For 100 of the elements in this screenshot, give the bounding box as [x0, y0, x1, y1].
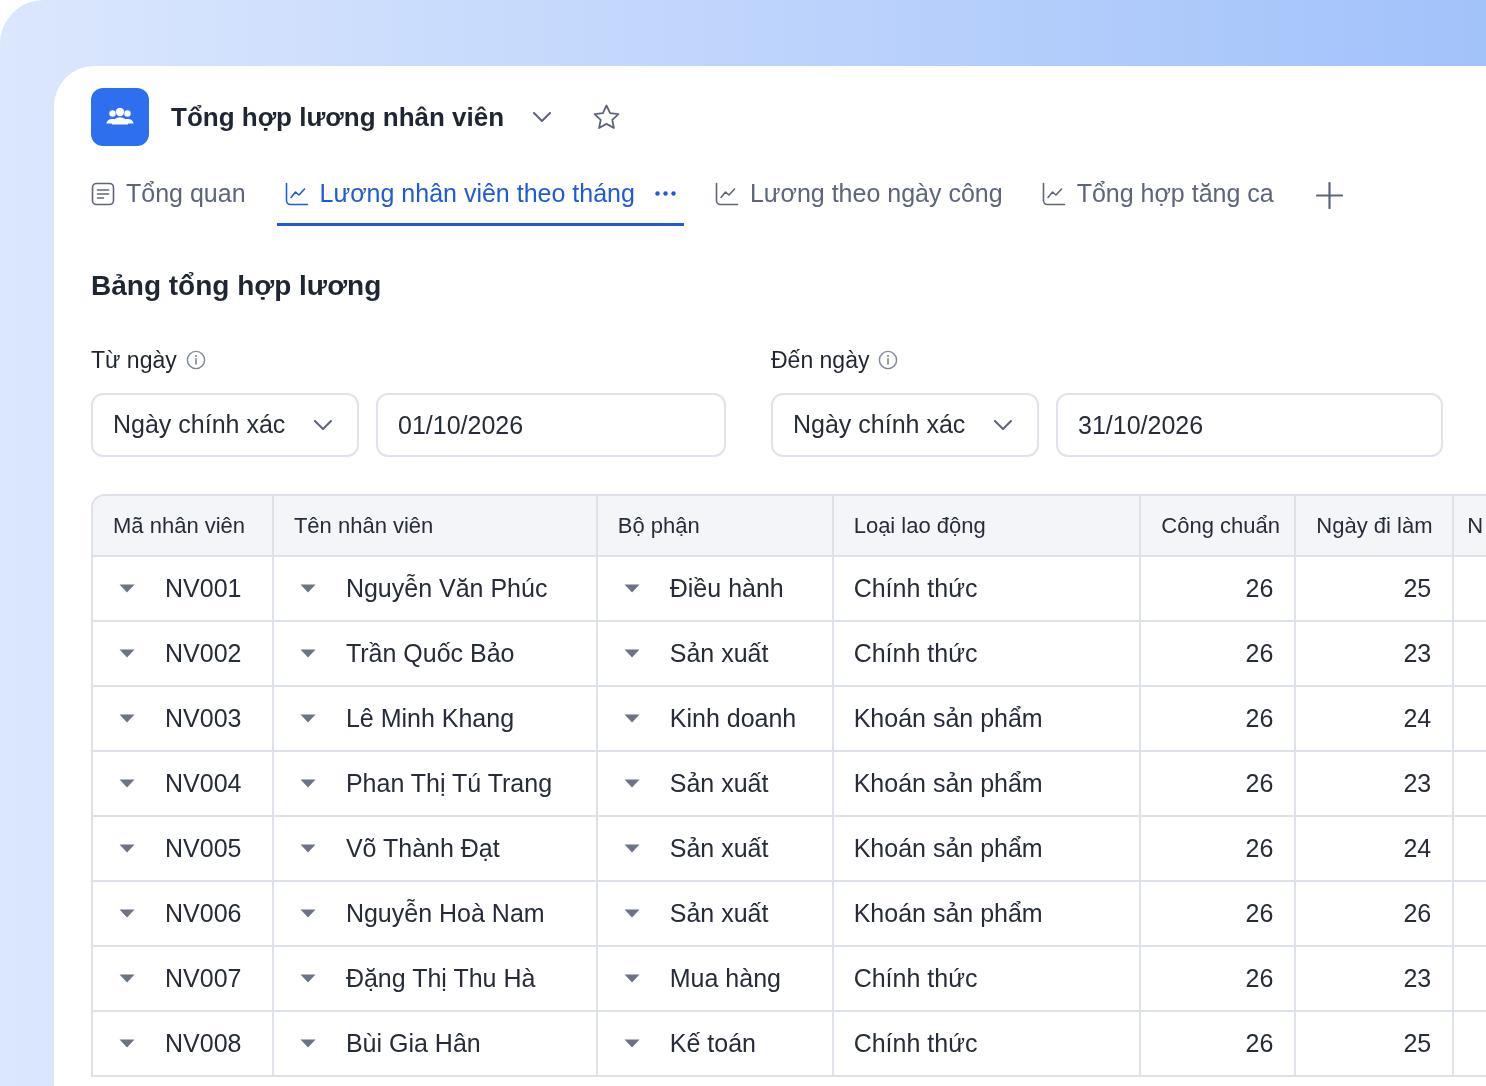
- caret-icon[interactable]: [299, 779, 316, 788]
- table-cell-text: Phan Thị Tú Trang: [345, 767, 553, 799]
- table-cell: 23: [1403, 638, 1432, 667]
- table-cell: 24: [1403, 833, 1432, 862]
- table-cell-text: Đặng Thị Thu Hà: [345, 962, 536, 994]
- table-cell-text: Sản xuất: [669, 767, 769, 799]
- caret-icon[interactable]: [299, 649, 316, 658]
- date-field[interactable]: 31/10/2026: [1056, 393, 1443, 457]
- table-cell: 26: [1245, 768, 1274, 797]
- table-cell-text: Bùi Gia Hân: [345, 1027, 481, 1059]
- column-header: Bộ phận: [617, 513, 700, 538]
- date-mode-select[interactable]: Ngày chính xác: [91, 393, 359, 457]
- table-cell: Khoán sản phẩm: [853, 833, 1043, 862]
- table-cell-text: NV002: [165, 637, 242, 669]
- caret-icon[interactable]: [119, 1039, 135, 1048]
- line-chart-icon: [284, 181, 309, 206]
- column-header: Tên nhân viên: [293, 513, 434, 538]
- line-chart-icon: [714, 181, 739, 206]
- star-icon[interactable]: [593, 104, 621, 130]
- field-label: Đến ngày: [771, 345, 870, 375]
- table-cell: 25: [1403, 573, 1432, 602]
- caret-icon[interactable]: [299, 974, 316, 983]
- table-cell-text: Nguyễn Văn Phúc: [345, 572, 548, 604]
- table-cell: 23: [1403, 768, 1432, 797]
- table-cell-text: NV008: [165, 1027, 242, 1059]
- table-cell: 26: [1245, 963, 1274, 992]
- caret-icon[interactable]: [299, 714, 316, 723]
- table-cell: Khoán sản phẩm: [853, 898, 1043, 927]
- table-cell: Chính thức: [853, 1028, 978, 1057]
- caret-icon[interactable]: [119, 909, 135, 918]
- column-header: Ngày đi làm: [1316, 513, 1433, 538]
- caret-icon[interactable]: [623, 584, 640, 593]
- table-cell: Khoán sản phẩm: [853, 768, 1043, 797]
- table-cell-text: Nguyễn Hoà Nam: [345, 897, 545, 929]
- caret-icon[interactable]: [119, 649, 135, 658]
- tab[interactable]: Tổng quan: [83, 164, 254, 226]
- chevron-down-icon[interactable]: [533, 112, 552, 122]
- caret-icon[interactable]: [299, 584, 316, 593]
- table-cell-text: Sản xuất: [669, 897, 769, 929]
- table-cell-text: Lê Minh Khang: [345, 702, 515, 734]
- page-title: Tổng hợp lương nhân viên: [171, 100, 505, 134]
- table-cell: 26: [1245, 833, 1274, 862]
- caret-icon[interactable]: [623, 844, 640, 853]
- caret-icon[interactable]: [299, 1039, 316, 1048]
- tab[interactable]: Lương nhân viên theo tháng: [276, 164, 684, 226]
- date-field[interactable]: 01/10/2026: [376, 393, 726, 457]
- table-cell-text: Sản xuất: [669, 832, 769, 864]
- table-cell-text: NV004: [165, 767, 242, 799]
- table-cell: Chính thức: [853, 963, 978, 992]
- column-header: Loại lao động: [853, 513, 986, 538]
- table-cell: 26: [1403, 898, 1432, 927]
- table-cell: 26: [1245, 703, 1274, 732]
- table-cell: 26: [1245, 573, 1274, 602]
- info-icon[interactable]: [878, 350, 899, 370]
- caret-icon[interactable]: [299, 844, 316, 853]
- table-cell-text: NV001: [165, 572, 242, 604]
- table-cell: 25: [1403, 1028, 1432, 1057]
- more-icon[interactable]: [654, 191, 676, 196]
- caret-icon[interactable]: [119, 584, 135, 593]
- plus-icon[interactable]: [1315, 181, 1343, 209]
- document-icon: [91, 181, 115, 206]
- caret-icon[interactable]: [623, 779, 640, 788]
- table-cell-text: Võ Thành Đạt: [345, 832, 500, 864]
- table-cell: 26: [1245, 638, 1274, 667]
- table-cell-text: Mua hàng: [669, 962, 781, 994]
- tab[interactable]: Tổng hợp tăng ca: [1033, 164, 1282, 226]
- chevron-down-icon: [314, 420, 332, 430]
- caret-icon[interactable]: [119, 779, 135, 788]
- info-icon[interactable]: [185, 350, 206, 370]
- table-cell-text: Kế toán: [669, 1027, 756, 1059]
- caret-icon[interactable]: [119, 844, 135, 853]
- line-chart-icon: [1041, 181, 1066, 206]
- caret-icon[interactable]: [623, 974, 640, 983]
- table-cell: Chính thức: [853, 638, 978, 667]
- chevron-down-icon: [994, 420, 1012, 430]
- table-cell-text: Sản xuất: [669, 637, 769, 669]
- caret-icon[interactable]: [119, 714, 135, 723]
- caret-icon[interactable]: [119, 974, 135, 983]
- table-cell: 26: [1245, 898, 1274, 927]
- caret-icon[interactable]: [299, 909, 316, 918]
- caret-icon[interactable]: [623, 1039, 640, 1048]
- people-icon: [91, 88, 149, 146]
- date-mode-select[interactable]: Ngày chính xác: [771, 393, 1039, 457]
- section-title: Bảng tổng hợp lương: [91, 269, 382, 303]
- table-cell: Khoán sản phẩm: [853, 703, 1043, 732]
- table-cell-text: NV006: [165, 897, 242, 929]
- table-cell: Chính thức: [853, 573, 978, 602]
- tab[interactable]: Lương theo ngày công: [706, 164, 1011, 226]
- table-cell-text: Điều hành: [669, 572, 784, 604]
- table-cell-text: Kinh doanh: [669, 702, 797, 734]
- column-header: Mã nhân viên: [113, 513, 246, 538]
- column-header: Công chuẩn: [1161, 513, 1280, 538]
- table-cell-text: Trần Quốc Bảo: [345, 637, 515, 669]
- table-cell-text: NV007: [165, 962, 242, 994]
- field-label: Từ ngày: [91, 345, 177, 375]
- caret-icon[interactable]: [623, 649, 640, 658]
- table-cell: 24: [1403, 703, 1432, 732]
- caret-icon[interactable]: [623, 909, 640, 918]
- table-cell-text: NV003: [165, 702, 242, 734]
- caret-icon[interactable]: [623, 714, 640, 723]
